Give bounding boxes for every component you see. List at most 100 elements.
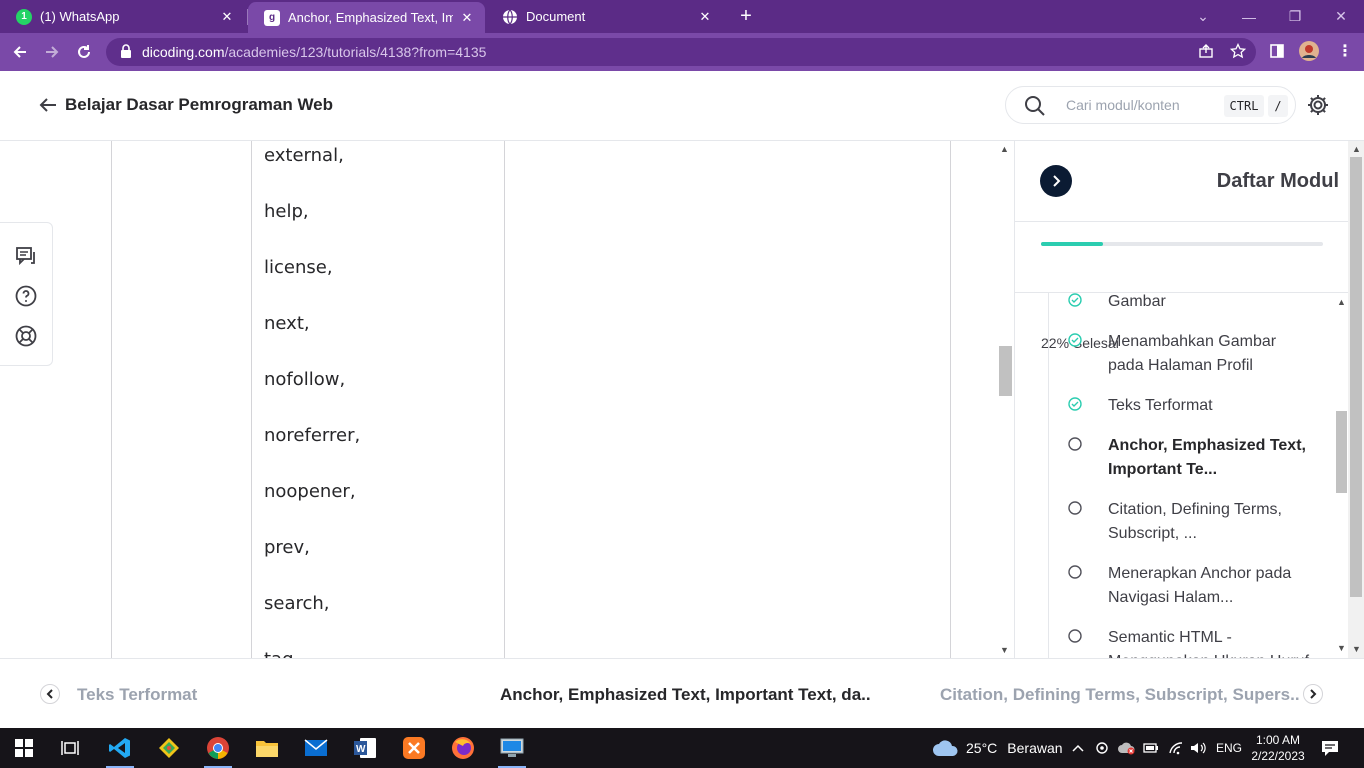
rel-value: external, bbox=[264, 145, 344, 166]
tab-anchor-emphasized[interactable]: g Anchor, Emphasized Text, Import ✕ bbox=[248, 2, 485, 33]
git-tool-icon[interactable] bbox=[145, 728, 193, 768]
reload-icon[interactable] bbox=[73, 41, 95, 63]
windows-start-icon[interactable] bbox=[0, 728, 48, 768]
panel-scrollbar[interactable]: ▲ ▼ bbox=[1348, 141, 1364, 658]
restore-button[interactable]: ❐ bbox=[1272, 0, 1318, 33]
back-arrow-icon[interactable] bbox=[38, 95, 60, 117]
module-item[interactable]: Menerapkan Anchor pada Navigasi Halam... bbox=[1068, 562, 1315, 610]
next-module-button[interactable] bbox=[1303, 684, 1323, 704]
scrollbar-thumb[interactable] bbox=[1336, 411, 1347, 493]
support-lifebuoy-icon[interactable] bbox=[14, 324, 38, 348]
rel-value: tag bbox=[264, 649, 360, 658]
onedrive-error-icon[interactable] bbox=[1118, 728, 1136, 768]
cloud-icon bbox=[933, 740, 958, 756]
module-item[interactable]: Teks Terformat bbox=[1068, 394, 1315, 418]
close-window-button[interactable]: ✕ bbox=[1318, 0, 1364, 33]
notifications-icon[interactable] bbox=[1320, 728, 1340, 768]
module-item[interactable]: Semantic HTML - Menggunakan Ukuran Huruf bbox=[1068, 626, 1315, 658]
module-item[interactable]: Citation, Defining Terms, Subscript, ... bbox=[1068, 498, 1315, 546]
rel-value: help, bbox=[264, 201, 309, 222]
prev-module-button[interactable] bbox=[40, 684, 60, 704]
scroll-up-icon[interactable]: ▲ bbox=[1352, 144, 1361, 154]
lock-icon bbox=[120, 43, 134, 61]
tutorial-content: external, help, license, next, nofollow,… bbox=[0, 141, 1014, 658]
close-tab-icon[interactable]: ✕ bbox=[459, 10, 475, 26]
minimize-button[interactable]: — bbox=[1226, 0, 1272, 33]
rel-value: noreferrer, bbox=[264, 425, 361, 446]
tab-document[interactable]: Document ✕ bbox=[486, 0, 723, 33]
weather-widget[interactable]: 25°C Berawan bbox=[932, 728, 1063, 768]
module-rail bbox=[1048, 293, 1049, 658]
dicoding-icon: g bbox=[264, 9, 280, 26]
firefox-icon[interactable] bbox=[439, 728, 487, 768]
chevron-right-icon bbox=[1053, 175, 1061, 187]
mail-icon[interactable] bbox=[292, 728, 340, 768]
side-panel-icon[interactable] bbox=[1266, 40, 1288, 62]
tab-whatsapp[interactable]: 1 (1) WhatsApp ✕ bbox=[0, 0, 245, 33]
xampp-icon[interactable] bbox=[390, 728, 438, 768]
forward-icon[interactable] bbox=[41, 41, 63, 63]
chevron-right-icon bbox=[1310, 689, 1317, 699]
volume-icon[interactable] bbox=[1190, 728, 1206, 768]
new-tab-button[interactable]: + bbox=[735, 4, 757, 28]
whatsapp-icon: 1 bbox=[16, 8, 32, 25]
file-explorer-icon[interactable] bbox=[243, 728, 291, 768]
menu-icon[interactable]: ⋮ bbox=[1334, 40, 1356, 62]
scroll-up-icon[interactable]: ▲ bbox=[1000, 144, 1009, 154]
tab-title: Document bbox=[526, 9, 586, 24]
battery-icon[interactable] bbox=[1143, 728, 1159, 768]
module-label: Teks Terformat bbox=[1108, 397, 1213, 414]
scroll-up-icon[interactable]: ▲ bbox=[1337, 297, 1346, 307]
help-question-icon[interactable] bbox=[14, 284, 38, 308]
profile-avatar[interactable] bbox=[1298, 40, 1320, 62]
clock[interactable]: 1:00 AM 2/22/2023 bbox=[1251, 728, 1304, 768]
chrome-icon[interactable] bbox=[194, 728, 242, 768]
module-label: Gambar bbox=[1108, 293, 1166, 310]
language-indicator[interactable]: ENG bbox=[1216, 728, 1242, 768]
course-title[interactable]: Belajar Dasar Pemrograman Web bbox=[65, 95, 333, 115]
vscode-icon[interactable] bbox=[96, 728, 144, 768]
chevron-left-icon bbox=[46, 689, 53, 699]
progress-section: 22% Selesai bbox=[1015, 222, 1349, 351]
wifi-icon[interactable] bbox=[1168, 728, 1184, 768]
scroll-down-icon[interactable]: ▼ bbox=[1352, 644, 1361, 654]
scroll-down-icon[interactable]: ▼ bbox=[1000, 645, 1009, 655]
prev-module-label[interactable]: Teks Terformat bbox=[77, 685, 197, 705]
tab-title: (1) WhatsApp bbox=[40, 9, 120, 24]
settings-gear-icon[interactable] bbox=[1306, 93, 1330, 122]
windows-taskbar: W 25°C Berawan ENG 1:00 AM 2/22/2023 bbox=[0, 728, 1364, 768]
bottom-navigation: Teks Terformat Anchor, Emphasized Text, … bbox=[0, 658, 1364, 728]
close-tab-icon[interactable]: ✕ bbox=[697, 9, 713, 25]
next-module-label[interactable]: Citation, Defining Terms, Subscript, Sup… bbox=[940, 685, 1300, 705]
module-item[interactable]: Menambahkan Gambar pada Halaman Profil bbox=[1068, 330, 1315, 378]
module-item-current[interactable]: Anchor, Emphasized Text, Important Te... bbox=[1068, 434, 1315, 482]
remote-desktop-icon[interactable] bbox=[488, 728, 536, 768]
globe-icon bbox=[502, 9, 518, 25]
table-border bbox=[504, 141, 505, 658]
word-icon[interactable]: W bbox=[341, 728, 389, 768]
circle-icon bbox=[1068, 501, 1082, 515]
content-scrollbar[interactable]: ▲ ▼ bbox=[997, 141, 1014, 658]
webcam-icon[interactable] bbox=[1095, 728, 1109, 768]
side-tools bbox=[0, 222, 53, 366]
bookmark-star-icon[interactable] bbox=[1227, 40, 1249, 62]
share-icon[interactable] bbox=[1195, 40, 1217, 62]
module-item[interactable]: Gambar bbox=[1068, 293, 1315, 314]
tray-chevron-up-icon[interactable] bbox=[1070, 728, 1086, 768]
module-list-scrollbar[interactable]: ▲ ▼ bbox=[1333, 293, 1349, 658]
scrollbar-thumb[interactable] bbox=[999, 346, 1012, 396]
scrollbar-thumb[interactable] bbox=[1350, 157, 1362, 597]
discussion-icon[interactable] bbox=[14, 244, 38, 268]
tab-search-icon[interactable]: ⌄ bbox=[1180, 0, 1226, 33]
module-panel: Daftar Modul 22% Selesai Gambar Menambah… bbox=[1014, 141, 1364, 658]
search-box[interactable]: Cari modul/konten CTRL / bbox=[1005, 86, 1296, 124]
task-view-icon[interactable] bbox=[46, 728, 94, 768]
collapse-panel-button[interactable] bbox=[1040, 165, 1072, 197]
search-icon bbox=[1024, 95, 1046, 122]
scroll-down-icon[interactable]: ▼ bbox=[1337, 643, 1346, 653]
close-tab-icon[interactable]: ✕ bbox=[219, 9, 235, 25]
back-icon[interactable] bbox=[9, 41, 31, 63]
url-field[interactable]: dicoding.com/academies/123/tutorials/413… bbox=[106, 38, 1256, 66]
url-path: /academies/123/tutorials/4138?from=4135 bbox=[224, 44, 487, 60]
circle-icon bbox=[1068, 565, 1082, 579]
